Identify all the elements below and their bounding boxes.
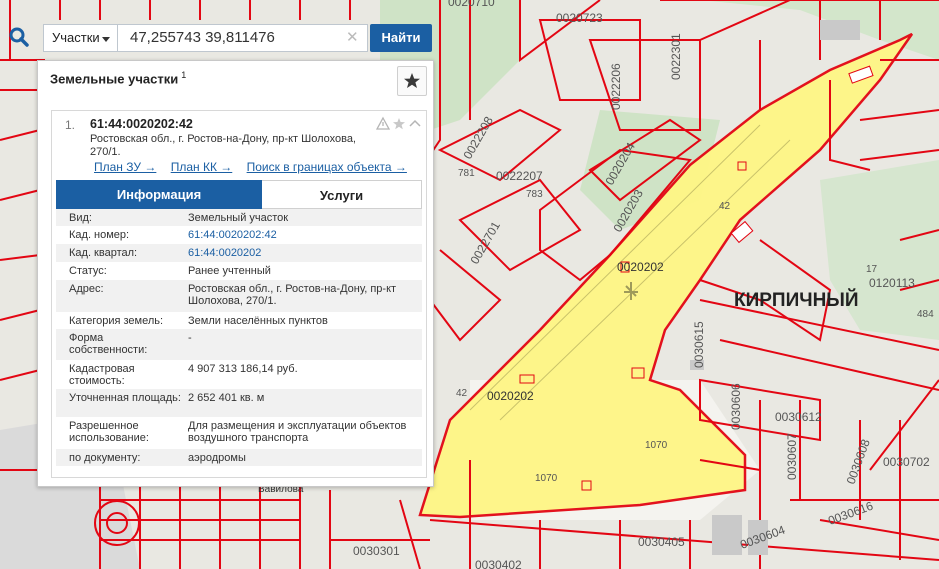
map-label-12: 0030606 xyxy=(729,383,743,430)
info-row: Кадастровая стоимость: 4 907 313 186,14 … xyxy=(56,360,422,389)
map-label-24: 42 xyxy=(456,388,468,399)
info-row-value: Для размещения и эксплуатации объектов в… xyxy=(188,420,407,444)
result-card: 1. 61:44:0020202:42 Ростовская обл., г. … xyxy=(51,110,427,478)
result-links: План ЗУ → План КК → Поиск в границах объ… xyxy=(94,160,418,174)
map-label-8: 0022301 xyxy=(669,33,683,80)
result-index: 1. xyxy=(65,118,76,132)
map-label-30: 781 xyxy=(458,168,475,179)
map-label-21: 0030402 xyxy=(475,558,522,569)
map-label-29: 783 xyxy=(526,189,543,200)
info-row: Кад. номер: 61:44:0020202:42 xyxy=(56,226,422,244)
results-count: 1 xyxy=(181,70,187,80)
layer-select[interactable]: Участки xyxy=(43,24,118,52)
plan-kk-link[interactable]: План КК → xyxy=(171,160,233,174)
info-row: Уточненная площадь: 2 652 401 кв. м xyxy=(56,389,422,417)
result-address: Ростовская обл., г. Ростов-на-Дону, пр-к… xyxy=(90,133,356,158)
results-panel: Земельные участки 1 1. 61:44:0020202:42 Р… xyxy=(37,60,434,487)
info-row: Адрес: Ростовская обл., г. Ростов-на-Дон… xyxy=(56,280,422,312)
info-row-key: Категория земель: xyxy=(69,315,164,327)
map-label-26: 1070 xyxy=(535,473,558,484)
map-label-28: 484 xyxy=(917,309,934,320)
map-label-0: 0020202 xyxy=(617,260,664,274)
star-outline-icon[interactable] xyxy=(393,118,405,130)
info-row: по документу: аэродромы xyxy=(56,449,422,466)
find-button[interactable]: Найти xyxy=(370,24,432,52)
info-row: Разрешенное использование: Для размещени… xyxy=(56,417,422,449)
tab-services[interactable]: Услуги xyxy=(262,180,422,209)
map-label-25: 1070 xyxy=(645,440,668,451)
info-table: Вид: Земельный участок Кад. номер: 61:44… xyxy=(56,209,422,466)
info-row-key: Уточненная площадь: xyxy=(69,392,181,404)
card-actions xyxy=(375,116,422,132)
info-row-value: 2 652 401 кв. м xyxy=(188,392,265,404)
favorite-button[interactable] xyxy=(397,66,427,96)
info-row-key: Кад. квартал: xyxy=(69,247,138,259)
map-label-7: 0022206 xyxy=(609,63,623,110)
info-row-key: Адрес: xyxy=(69,283,104,295)
info-row-value: аэродромы xyxy=(188,452,246,464)
map-label-23: 42 xyxy=(719,201,731,212)
info-row-value: Земли населённых пунктов xyxy=(188,315,328,327)
clear-icon[interactable]: ✕ xyxy=(346,28,359,46)
info-row-key: Кадастровая стоимость: xyxy=(69,363,135,387)
info-row-value-link[interactable]: 61:44:0020202 xyxy=(188,247,416,259)
info-row-value: - xyxy=(188,332,192,344)
map-label-27: 17 xyxy=(866,264,878,275)
warning-icon[interactable] xyxy=(375,116,391,130)
info-row-value: 4 907 313 186,14 руб. xyxy=(188,363,298,375)
district-label: КИРПИЧНЫЙ xyxy=(734,289,859,311)
map-label-16: 0030702 xyxy=(883,455,930,469)
info-row-key: по документу: xyxy=(69,452,141,464)
map-label-1: 0020202 xyxy=(487,389,534,403)
search-toolbar: Участки 47,255743 39,811476 ✕ Найти xyxy=(0,22,432,55)
info-row-key: Кад. номер: xyxy=(69,229,130,241)
chevron-down-icon xyxy=(102,37,110,42)
info-row-key: Разрешенное использование: xyxy=(69,420,149,444)
info-row-value: Ростовская обл., г. Ростов-на-Дону, пр-к… xyxy=(188,283,397,307)
result-cad-number[interactable]: 61:44:0020202:42 xyxy=(90,117,193,131)
info-row: Форма собственности: - xyxy=(56,329,422,360)
search-input[interactable]: 47,255743 39,811476 xyxy=(118,24,368,52)
info-row: Вид: Земельный участок xyxy=(56,209,422,226)
search-icon[interactable] xyxy=(6,24,32,50)
info-row-value: Ранее учтенный xyxy=(188,265,271,277)
map-label-5: 0022207 xyxy=(496,169,543,183)
layer-select-value: Участки xyxy=(52,30,100,45)
map-label-9: 0020723 xyxy=(556,11,603,25)
info-row: Кад. квартал: 61:44:0020202 xyxy=(56,244,422,262)
tab-info[interactable]: Информация xyxy=(56,180,262,209)
map-label-13: 0030607 xyxy=(785,433,799,480)
map-label-11: 0030615 xyxy=(692,321,706,368)
map-label-20: 0030301 xyxy=(353,544,400,558)
map-label-10: 0020710 xyxy=(448,0,495,9)
map-label-19: 0030405 xyxy=(638,535,685,549)
info-row-key: Форма собственности: xyxy=(69,332,148,356)
info-row: Категория земель: Земли населённых пункт… xyxy=(56,312,422,329)
star-icon xyxy=(404,73,420,88)
map-label-22: 0120113 xyxy=(869,276,915,290)
panel-title-text: Земельные участки xyxy=(50,71,179,87)
info-row-key: Вид: xyxy=(69,212,92,224)
panel-title: Земельные участки 1 xyxy=(50,70,186,86)
plan-zu-link[interactable]: План ЗУ → xyxy=(94,160,156,174)
result-tabs: Информация Услуги xyxy=(56,180,422,209)
info-row-key: Статус: xyxy=(69,265,107,277)
search-in-bounds-link[interactable]: Поиск в границах объекта → xyxy=(247,160,407,174)
info-row: Статус: Ранее учтенный xyxy=(56,262,422,280)
info-row-value: Земельный участок xyxy=(188,212,289,224)
chevron-up-icon[interactable] xyxy=(409,119,421,127)
info-row-value-link[interactable]: 61:44:0020202:42 xyxy=(188,229,416,241)
map-label-15: 0030612 xyxy=(775,410,822,424)
